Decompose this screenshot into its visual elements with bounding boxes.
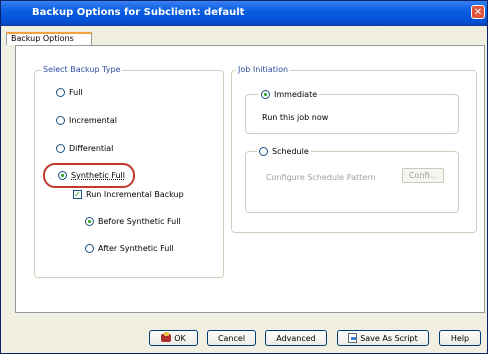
schedule-label: Schedule [272,147,309,156]
configure-pattern-button[interactable]: Confi... [402,168,444,183]
advanced-label: Advanced [276,333,316,343]
ok-icon [161,332,172,342]
before-synthetic-radio-icon[interactable] [85,217,94,226]
advanced-button[interactable]: Advanced [265,330,327,346]
incremental-label: Incremental [69,116,117,125]
differential-radio-icon[interactable] [56,144,65,153]
immediate-label: Immediate [274,90,318,99]
radio-incremental[interactable]: Incremental [56,116,117,125]
immediate-radio-icon[interactable] [261,90,270,99]
title-bar[interactable]: Backup Options for Subclient: default ✕ [1,1,487,26]
cancel-button[interactable]: Cancel [207,330,256,346]
save-as-script-button[interactable]: Save As Script [337,330,429,346]
full-label: Full [69,88,83,97]
help-label: Help [450,333,470,343]
radio-differential[interactable]: Differential [56,144,113,153]
ok-label: OK [174,333,186,343]
after-synthetic-label: After Synthetic Full [98,244,174,253]
help-button[interactable]: Help [439,330,481,346]
immediate-description: Run this job now [262,113,329,122]
incremental-radio-icon[interactable] [56,116,65,125]
before-synthetic-label: Before Synthetic Full [98,217,181,226]
full-radio-icon[interactable] [56,88,65,97]
close-button[interactable]: ✕ [471,5,485,19]
after-synthetic-radio-icon[interactable] [85,244,94,253]
schedule-radio-icon[interactable] [259,147,268,156]
radio-immediate[interactable]: Immediate [259,90,320,99]
schedule-pattern-label: Configure Schedule Pattern [266,173,376,182]
differential-label: Differential [69,144,114,153]
radio-after-synthetic[interactable]: After Synthetic Full [85,244,174,253]
script-icon [348,333,358,343]
radio-full[interactable]: Full [56,88,83,97]
tab-backup-options[interactable]: Backup Options [6,32,92,45]
window-title: Backup Options for Subclient: default [32,7,245,18]
cancel-label: Cancel [217,333,246,343]
run-incremental-checkbox-icon[interactable]: ✓ [73,190,82,199]
radio-before-synthetic[interactable]: Before Synthetic Full [85,217,181,226]
backup-type-legend: Select Backup Type [41,65,123,74]
ok-button[interactable]: OK [149,330,198,346]
synthetic-full-highlight [43,163,135,188]
dialog-window: Backup Options for Subclient: default ✕ … [0,0,488,354]
checkbox-run-incremental[interactable]: ✓ Run Incremental Backup [73,190,184,199]
job-initiation-legend: Job Initiation [236,65,291,74]
radio-schedule[interactable]: Schedule [257,147,311,156]
run-incremental-label: Run Incremental Backup [86,190,184,199]
save-script-label: Save As Script [360,333,418,343]
